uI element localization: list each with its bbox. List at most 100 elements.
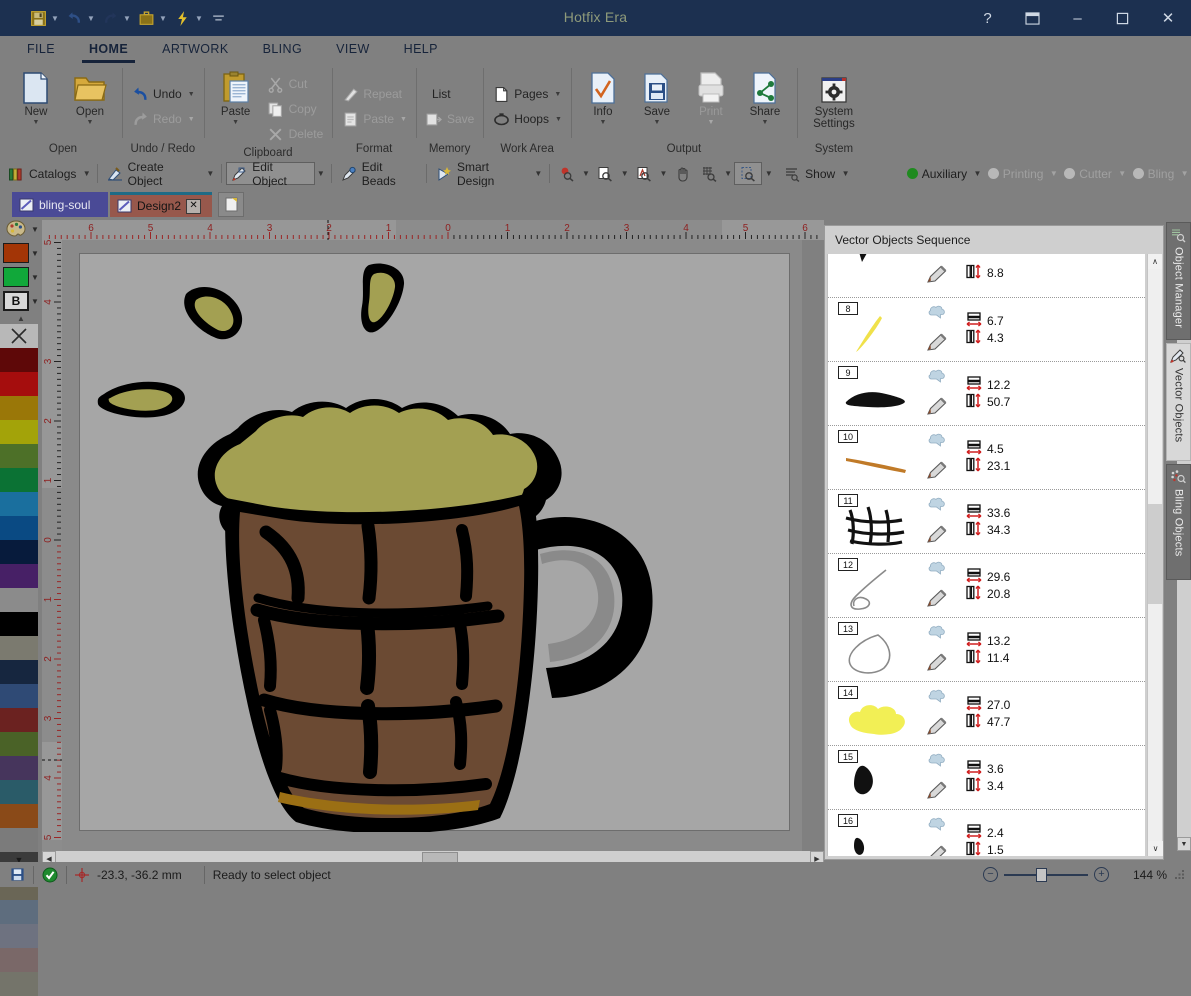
cloud-visibility-icon[interactable]: [928, 688, 946, 704]
outline-color-swatch[interactable]: [3, 267, 29, 287]
color-swatch[interactable]: [0, 420, 38, 444]
ribbon-tab-file[interactable]: FILE: [10, 36, 72, 63]
color-swatch[interactable]: [0, 804, 38, 828]
status-save-icon[interactable]: [10, 867, 25, 882]
cloud-visibility-icon[interactable]: [928, 304, 946, 320]
maximize-button[interactable]: [1100, 0, 1145, 36]
ribbon-display-options-button[interactable]: [1010, 0, 1055, 36]
create-object-chevron-down-icon[interactable]: ▼: [204, 162, 217, 185]
zoom-object-chevron-down-icon[interactable]: ▼: [657, 162, 670, 185]
panel-scroll-down-button[interactable]: ∨: [1148, 841, 1163, 856]
close-button[interactable]: ✕: [1145, 0, 1191, 36]
color-swatch[interactable]: [0, 444, 38, 468]
zoom-selection-chevron-down-icon[interactable]: ▼: [762, 162, 775, 185]
vector-object-row[interactable]: 9 12.2 50.7: [828, 362, 1145, 426]
zoom-slider-thumb[interactable]: [1036, 867, 1047, 882]
cloud-visibility-icon[interactable]: [928, 624, 946, 640]
color-swatch[interactable]: [0, 612, 38, 636]
color-swatch[interactable]: [0, 708, 38, 732]
vector-object-row[interactable]: 14 27.0 47.7: [828, 682, 1145, 746]
zoom-point-tool[interactable]: [554, 162, 580, 185]
cloud-visibility-icon[interactable]: [928, 560, 946, 576]
layer-auxiliary-button[interactable]: Auxiliary: [903, 162, 971, 185]
object-thumbnail[interactable]: [842, 824, 912, 856]
pencil-edit-icon[interactable]: [926, 524, 948, 544]
hoops-button[interactable]: Hoops ▼: [489, 108, 565, 130]
color-swatch[interactable]: [0, 396, 38, 420]
object-thumbnail[interactable]: [842, 632, 912, 676]
color-swatch[interactable]: [0, 540, 38, 564]
redo-button[interactable]: Redo ▼: [128, 108, 198, 130]
fill-color-row[interactable]: ▼: [0, 241, 42, 265]
vector-object-row[interactable]: 8.8: [828, 254, 1145, 298]
open-button[interactable]: Open ▼: [64, 69, 116, 127]
side-tab-vector-objects[interactable]: Vector Objects: [1166, 343, 1191, 461]
text-color-row[interactable]: B ▼: [0, 289, 42, 313]
horizontal-ruler[interactable]: 6543210123456: [42, 220, 824, 240]
pencil-edit-icon[interactable]: [926, 844, 948, 856]
info-button[interactable]: Info ▼: [577, 69, 629, 127]
vertical-ruler[interactable]: 5 4 3 2 1 0 1 2 3 4 5: [42, 239, 62, 851]
cloud-visibility-icon[interactable]: [928, 368, 946, 384]
zoom-object-tool[interactable]: [631, 162, 657, 185]
document-tab-bling-soul[interactable]: bling-soul: [12, 192, 108, 217]
beer-mug-illustration[interactable]: [80, 254, 791, 851]
memory-list-button[interactable]: List: [422, 83, 477, 105]
color-swatch[interactable]: [0, 516, 38, 540]
chevron-down-icon[interactable]: ▼: [232, 119, 239, 127]
color-swatch[interactable]: [0, 948, 38, 972]
zoom-in-button[interactable]: +: [1094, 867, 1109, 882]
layer-bling-chevron-down-icon[interactable]: ▼: [1178, 162, 1191, 185]
pencil-edit-icon[interactable]: [926, 460, 948, 480]
color-swatch[interactable]: [0, 636, 38, 660]
pencil-edit-icon[interactable]: [926, 588, 948, 608]
chevron-down-icon[interactable]: ▼: [188, 91, 195, 98]
ribbon-tab-home[interactable]: HOME: [72, 36, 145, 63]
ribbon-tab-view[interactable]: VIEW: [319, 36, 387, 63]
share-button[interactable]: Share ▼: [739, 69, 791, 127]
object-thumbnail[interactable]: [842, 440, 912, 484]
color-swatch[interactable]: [0, 684, 38, 708]
object-thumbnail[interactable]: [842, 568, 912, 612]
text-color-swatch[interactable]: B: [3, 291, 29, 311]
chevron-down-icon[interactable]: ▼: [29, 225, 41, 234]
pencil-edit-icon[interactable]: [926, 652, 948, 672]
layer-cutter-chevron-down-icon[interactable]: ▼: [1116, 162, 1129, 185]
fill-color-swatch[interactable]: [3, 243, 29, 263]
ribbon-tab-artwork[interactable]: ARTWORK: [145, 36, 245, 63]
edit-object-chevron-down-icon[interactable]: ▼: [315, 162, 328, 185]
object-thumbnail[interactable]: [842, 504, 912, 548]
vector-object-row[interactable]: 11 33.6 34.3: [828, 490, 1145, 554]
layer-bling-button[interactable]: Bling: [1129, 162, 1179, 185]
zoom-page-tool[interactable]: [592, 162, 618, 185]
pencil-edit-icon[interactable]: [926, 396, 948, 416]
zoom-page-chevron-down-icon[interactable]: ▼: [618, 162, 631, 185]
output-save-button[interactable]: Save ▼: [631, 69, 683, 127]
zoom-point-chevron-down-icon[interactable]: ▼: [580, 162, 593, 185]
smart-design-button[interactable]: Smart Design: [431, 160, 532, 188]
smart-design-chevron-down-icon[interactable]: ▼: [532, 162, 545, 185]
chevron-down-icon[interactable]: ▼: [554, 91, 561, 98]
panel-scroll-up-button[interactable]: ∧: [1148, 254, 1162, 269]
show-button[interactable]: Show: [779, 162, 839, 185]
color-swatch[interactable]: [0, 972, 38, 996]
cloud-visibility-icon[interactable]: [928, 432, 946, 448]
vector-object-row[interactable]: 10 4.5 23.1: [828, 426, 1145, 490]
vector-object-row[interactable]: 8 6.7 4.3: [828, 298, 1145, 362]
layer-printing-chevron-down-icon[interactable]: ▼: [1047, 162, 1060, 185]
color-swatch[interactable]: [0, 348, 38, 372]
ribbon-tab-bling[interactable]: BLING: [246, 36, 320, 63]
pencil-edit-icon[interactable]: [926, 716, 948, 736]
new-document-tab-button[interactable]: [218, 192, 244, 217]
undo-button[interactable]: Undo ▼: [128, 83, 198, 105]
object-thumbnail[interactable]: [842, 760, 912, 804]
color-swatch[interactable]: [0, 660, 38, 684]
side-tab-object-manager[interactable]: Object Manager: [1166, 222, 1191, 340]
chevron-down-icon[interactable]: ▼: [29, 249, 41, 258]
color-swatch[interactable]: [0, 780, 38, 804]
help-button[interactable]: ?: [965, 0, 1010, 36]
outline-color-row[interactable]: ▼: [0, 265, 42, 289]
pencil-edit-icon[interactable]: [926, 780, 948, 800]
zoom-grid-tool[interactable]: [696, 162, 722, 185]
layer-printing-button[interactable]: Printing: [984, 162, 1048, 185]
